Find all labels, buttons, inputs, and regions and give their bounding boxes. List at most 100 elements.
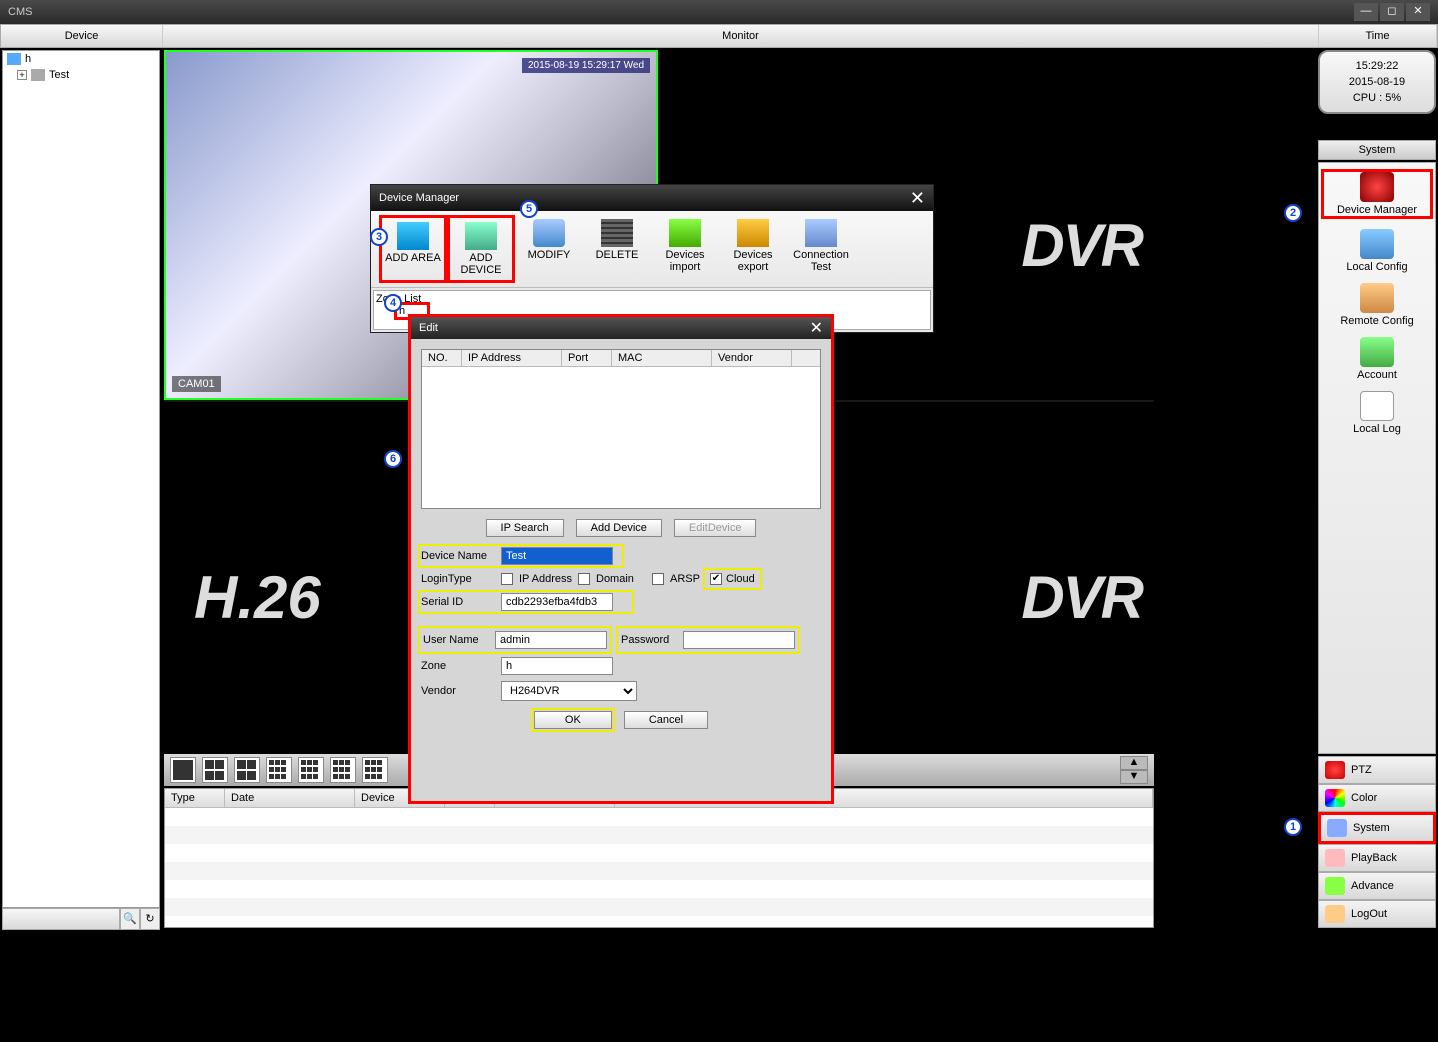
import-button[interactable]: Devices import <box>651 215 719 283</box>
zone-input[interactable] <box>501 657 613 675</box>
app-title: CMS <box>8 6 1352 18</box>
search-input-slot[interactable] <box>2 908 120 930</box>
layout-36-button[interactable] <box>362 757 388 783</box>
password-group: Password <box>619 629 797 651</box>
tree-root-label: h <box>25 53 31 65</box>
add-device-button-2[interactable]: Add Device <box>576 519 662 537</box>
remote-config-button[interactable]: Remote Config <box>1321 283 1433 327</box>
time-box: 15:29:22 2015-08-19 CPU : 5% <box>1318 50 1436 114</box>
right-panel: 15:29:22 2015-08-19 CPU : 5% System Devi… <box>1318 50 1436 928</box>
tree-child[interactable]: + Test <box>3 67 159 83</box>
device-name-row: Device Name <box>421 547 621 565</box>
h264-watermark: H.26 <box>194 563 321 632</box>
export-button[interactable]: Devices export <box>719 215 787 283</box>
tree-root[interactable]: h <box>3 51 159 67</box>
header-row: Device Monitor Time <box>0 24 1438 48</box>
serial-id-row: Serial ID <box>421 593 631 611</box>
right-tabs: PTZ Color System PlayBack Advance LogOut <box>1318 756 1436 928</box>
ip-checkbox[interactable] <box>501 573 513 585</box>
refresh-icon[interactable]: ↻ <box>140 908 160 930</box>
dm-close-button[interactable]: ✕ <box>910 188 925 209</box>
modify-button[interactable]: MODIFY <box>515 215 583 283</box>
tab-color[interactable]: Color <box>1318 784 1436 812</box>
search-result-table: NO. IP Address Port MAC Vendor <box>421 349 821 509</box>
col-ip: IP Address <box>462 350 562 366</box>
dm-titlebar: Device Manager ✕ <box>371 185 933 211</box>
add-area-icon <box>397 222 429 250</box>
username-input[interactable] <box>495 631 607 649</box>
page-down-button[interactable]: ▼ <box>1120 770 1148 784</box>
vendor-label: Vendor <box>421 685 495 697</box>
ok-button[interactable]: OK <box>534 711 612 729</box>
log-col-type: Type <box>165 789 225 807</box>
layout-16-button[interactable] <box>298 757 324 783</box>
callout-2: 2 <box>1284 204 1302 222</box>
log-body <box>165 808 1153 926</box>
edit-close-button[interactable]: ✕ <box>810 318 823 338</box>
color-icon <box>1325 789 1345 807</box>
vendor-row: Vendor H264DVR <box>421 681 821 701</box>
callout-1: 1 <box>1284 818 1302 836</box>
ip-search-button[interactable]: IP Search <box>486 519 564 537</box>
maximize-button[interactable]: ◻ <box>1380 3 1404 21</box>
delete-button[interactable]: DELETE <box>583 215 651 283</box>
app-titlebar: CMS — ◻ ✕ <box>0 0 1438 24</box>
dvr-watermark: DVR <box>1021 211 1142 280</box>
local-log-button[interactable]: Local Log <box>1321 391 1433 435</box>
remote-config-icon <box>1360 283 1394 313</box>
domain-checkbox[interactable] <box>578 573 590 585</box>
usage-bar <box>1320 120 1434 134</box>
device-name-input[interactable] <box>501 547 613 565</box>
device-icon <box>31 69 45 81</box>
account-button[interactable]: Account <box>1321 337 1433 381</box>
username-label: User Name <box>423 634 489 646</box>
password-label: Password <box>621 634 677 646</box>
log-table: Type Date Device Chan... User Describe <box>164 788 1154 928</box>
tab-logout[interactable]: LogOut <box>1318 900 1436 928</box>
layout-6-button[interactable] <box>234 757 260 783</box>
close-button[interactable]: ✕ <box>1406 3 1430 21</box>
account-icon <box>1360 337 1394 367</box>
password-input[interactable] <box>683 631 795 649</box>
search-icon[interactable]: 🔍 <box>120 908 140 930</box>
username-group: User Name <box>421 629 609 651</box>
serial-id-input[interactable] <box>501 593 613 611</box>
date: 2015-08-19 <box>1324 74 1430 90</box>
minimize-button[interactable]: — <box>1354 3 1378 21</box>
header-monitor: Monitor <box>163 25 1319 47</box>
expand-icon[interactable]: + <box>17 70 27 80</box>
cloud-checkbox[interactable]: ✔ <box>710 573 722 585</box>
add-area-button[interactable]: ADD AREA <box>379 215 447 283</box>
cloud-option: ✔Cloud <box>706 571 759 587</box>
local-config-button[interactable]: Local Config <box>1321 229 1433 273</box>
cancel-button[interactable]: Cancel <box>624 711 708 729</box>
arsp-checkbox[interactable] <box>652 573 664 585</box>
vendor-select[interactable]: H264DVR <box>501 681 637 701</box>
layout-9-button[interactable] <box>266 757 292 783</box>
dvr-watermark: DVR <box>1021 563 1142 632</box>
clock: 15:29:22 <box>1324 58 1430 74</box>
zone-row: Zone <box>421 657 821 675</box>
zone-list-node[interactable]: Zone List <box>376 293 928 305</box>
tab-advance[interactable]: Advance <box>1318 872 1436 900</box>
page-up-button[interactable]: ▲ <box>1120 756 1148 770</box>
local-config-label: Local Config <box>1321 261 1433 273</box>
tab-playback[interactable]: PlayBack <box>1318 844 1436 872</box>
add-device-button[interactable]: ADD DEVICE <box>447 215 515 283</box>
header-device: Device <box>1 25 163 47</box>
local-config-icon <box>1360 229 1394 259</box>
edit-device-button: EditDevice <box>674 519 757 537</box>
device-manager-button[interactable]: Device Manager <box>1321 169 1433 219</box>
layout-25-button[interactable] <box>330 757 356 783</box>
tab-ptz[interactable]: PTZ <box>1318 756 1436 784</box>
search-button-row: IP Search Add Device EditDevice <box>421 519 821 537</box>
advance-icon <box>1325 877 1345 895</box>
edit-body: NO. IP Address Port MAC Vendor IP Search… <box>411 339 831 749</box>
tab-system[interactable]: System <box>1318 812 1436 844</box>
layout-4-button[interactable] <box>202 757 228 783</box>
layout-1-button[interactable] <box>170 757 196 783</box>
connection-test-button[interactable]: Connection Test <box>787 215 855 283</box>
device-name-label: Device Name <box>421 550 495 562</box>
system-panel: Device Manager Local Config Remote Confi… <box>1318 162 1436 754</box>
local-log-icon <box>1360 391 1394 421</box>
